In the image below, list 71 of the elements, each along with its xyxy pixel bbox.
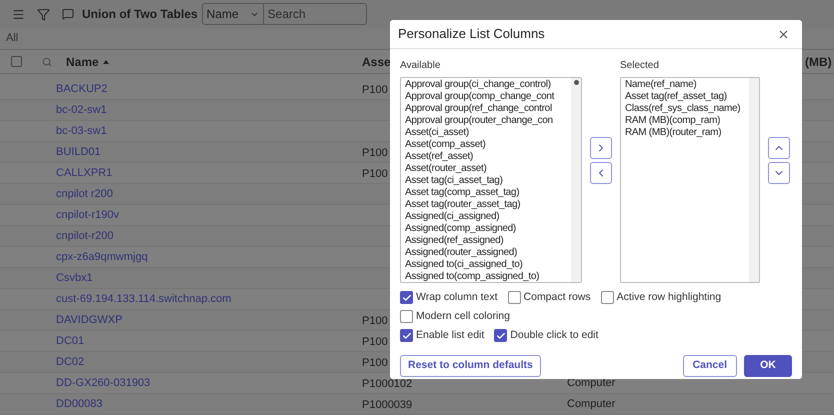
add-column-button[interactable]: [590, 137, 612, 159]
dialog-title: Personalize List Columns: [398, 25, 545, 44]
list-option[interactable]: Assigned(comp_assigned): [405, 223, 571, 235]
filter-icon[interactable]: [37, 8, 50, 20]
list-option[interactable]: Class(ref_sys_class_name): [625, 103, 749, 115]
cancel-button[interactable]: Cancel: [682, 355, 737, 377]
scrollbar[interactable]: [571, 78, 581, 282]
table-cell: P100: [362, 357, 388, 369]
table-cell-text: Computer: [567, 396, 616, 412]
close-icon[interactable]: [777, 28, 790, 40]
column-header[interactable]: Name: [66, 52, 362, 70]
list-option[interactable]: Asset tag(router_asset_tag): [405, 199, 571, 211]
list-option[interactable]: Assigned(router_assigned): [405, 247, 571, 259]
list-option[interactable]: Assigned to(comp_assigned_to): [405, 271, 571, 282]
checkbox-label: Compact rows: [524, 290, 591, 305]
comment-icon[interactable]: [62, 8, 74, 20]
table-cell: P100: [362, 315, 388, 327]
list-option[interactable]: Name(ref_name): [625, 79, 749, 91]
checkbox-label: Double click to edit: [510, 328, 598, 343]
table-cell-text: Computer: [567, 376, 616, 391]
checkbox[interactable]: [400, 329, 413, 342]
list-title: Union of Two Tables: [82, 6, 198, 23]
checkbox[interactable]: [400, 291, 413, 304]
checkbox[interactable]: [400, 310, 413, 323]
column-header[interactable]: Asse: [362, 52, 391, 70]
list-option[interactable]: Asset(router_asset): [405, 163, 571, 175]
remove-column-button[interactable]: [590, 162, 612, 184]
table-cell: P100: [362, 147, 388, 159]
search-icon[interactable]: [42, 56, 52, 66]
list-option[interactable]: RAM (MB)(router_ram): [625, 127, 749, 139]
list-option[interactable]: Assigned to(ci_assigned_to): [405, 259, 571, 271]
list-option[interactable]: Approval group(ref_change_control: [405, 103, 571, 115]
available-list[interactable]: [400, 77, 582, 283]
checkbox[interactable]: [494, 329, 508, 342]
list-option[interactable]: Approval group(ci_change_control): [405, 79, 571, 91]
list-option[interactable]: Asset tag(ref_asset_tag): [625, 91, 749, 103]
selected-list[interactable]: Name(ref_name) Asset tag(ref_asset_tag) Class(ref_sys_class_name) RAM (MB)(comp_ram) RAM (MB)(router_ram): [620, 77, 760, 283]
scrollbar[interactable]: [749, 78, 759, 282]
move-down-button[interactable]: [768, 162, 790, 184]
checkbox-label: Modern cell coloring: [416, 308, 510, 324]
list-option[interactable]: Assigned(ref_assigned): [405, 235, 571, 247]
list-option[interactable]: Asset(ref_asset): [405, 151, 571, 163]
list-option[interactable]: Asset tag(comp_asset_tag): [405, 187, 571, 199]
checkbox[interactable]: [600, 291, 614, 304]
checkbox-label: Active row highlighting: [616, 290, 722, 305]
checkbox-label: Enable list edit: [416, 328, 484, 343]
list-option[interactable]: Asset(comp_asset): [405, 139, 571, 151]
list-option[interactable]: Approval group(router_change_con: [405, 115, 571, 127]
available-label: Available: [400, 59, 442, 73]
ok-button[interactable]: OK: [744, 355, 792, 377]
checkbox[interactable]: [508, 291, 521, 304]
list-option[interactable]: RAM (MB)(comp_ram): [625, 115, 749, 127]
list-option[interactable]: Approval group(comp_change_cont: [405, 91, 571, 103]
search-field[interactable]: Search: [264, 3, 367, 25]
table-cell: P100: [362, 168, 388, 180]
select-all-checkbox[interactable]: [11, 56, 22, 67]
selected-label: Selected: [620, 59, 660, 73]
move-up-button[interactable]: [768, 137, 790, 159]
list-option[interactable]: Assigned(ci_assigned): [405, 211, 571, 223]
table-cell: P1000102: [362, 378, 412, 390]
checkbox-label: Wrap column text: [416, 290, 498, 305]
search-field-select[interactable]: Name: [202, 3, 264, 25]
list-option[interactable]: Asset(ci_asset): [405, 127, 571, 139]
sort-arrow-icon: [102, 60, 109, 64]
menu-icon[interactable]: [12, 8, 25, 20]
table-cell: P1000039: [362, 399, 412, 411]
column-header[interactable]: (MB): [805, 52, 832, 70]
table-cell: P100: [362, 336, 388, 348]
list-option[interactable]: Asset tag(ci_asset_tag): [405, 175, 571, 187]
table-cell: P100: [362, 84, 388, 96]
reset-button[interactable]: Reset to column defaults: [400, 355, 541, 377]
